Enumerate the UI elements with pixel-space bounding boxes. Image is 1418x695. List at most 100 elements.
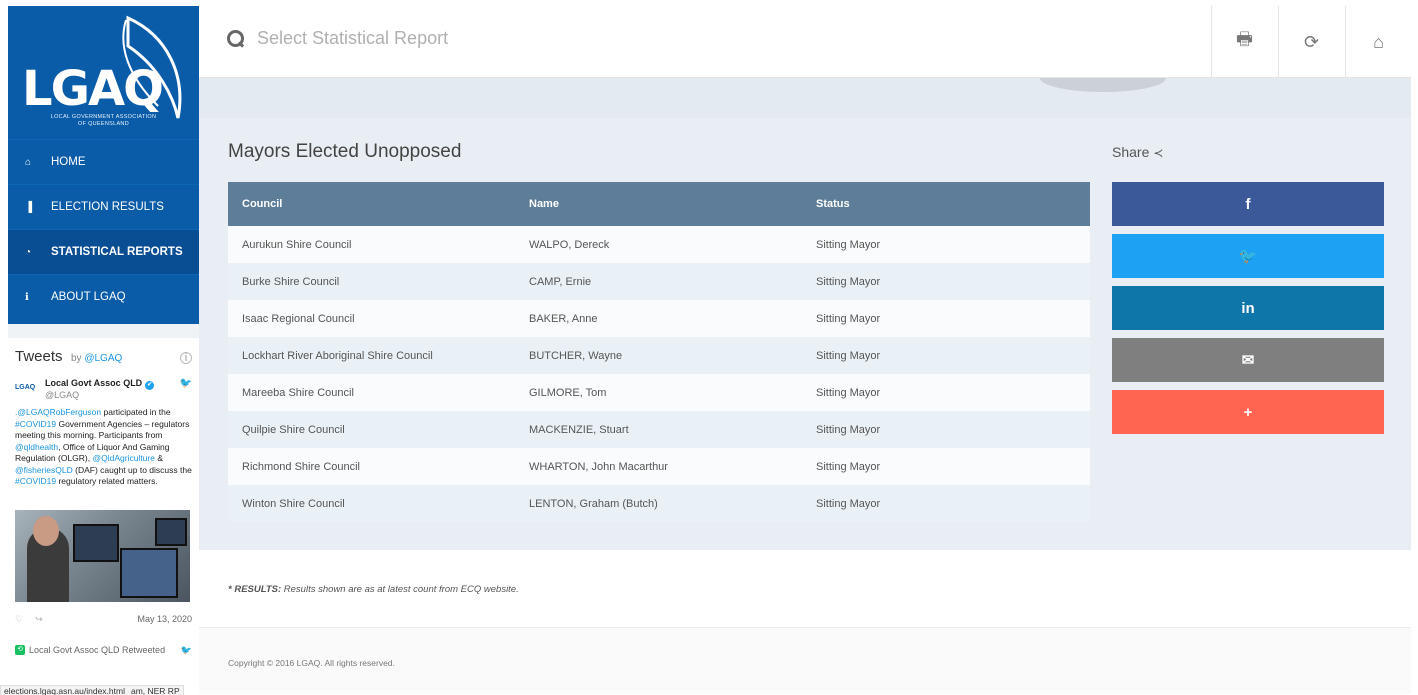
bar-chart-icon: ▐ [25,201,33,213]
copyright: Copyright © 2016 LGAQ. All rights reserv… [228,658,395,668]
column-header-status[interactable]: Status [802,182,1090,226]
name-cell: GILMORE, Tom [515,374,802,411]
council-cell: Quilpie Shire Council [228,411,515,448]
home-icon: ⌂ [1373,31,1384,52]
logo-wordmark: LGAQ [22,61,164,117]
column-header-name[interactable]: Name [515,182,802,226]
heart-icon[interactable]: ♡ [15,614,23,625]
photo-person-head [33,515,59,546]
table-row: Aurukun Shire Council WALPO, Dereck Sittin… [228,226,1090,263]
top-bar: 🖶 ⟳ ⌂ [199,6,1411,78]
tweet-link[interactable]: .@LGAQRobFerguson [15,407,101,417]
share-linkedin-button[interactable]: in [1112,286,1384,330]
logo[interactable]: LGAQ LOCAL GOVERNMENT ASSOCIATION OF QUE… [8,6,199,139]
tweet-author-name: Local Govt Assoc QLD [45,378,143,388]
nav-item-election-results[interactable]: ▐ ELECTION RESULTS [8,184,199,229]
tweet-text-part: (DAF) caught up to discuss the [72,464,192,475]
logo-subtitle-line1: LOCAL GOVERNMENT ASSOCIATION [50,114,157,120]
tweet-text-part: regulatory related matters. [56,476,158,486]
table-row: Burke Shire Council CAMP, Ernie Sitting Ma… [228,263,1090,300]
twitter-timeline: Tweets by @LGAQ i LGAQ Local Govt Assoc … [8,324,199,694]
council-cell: Isaac Regional Council [228,300,515,337]
sidebar: LGAQ LOCAL GOVERNMENT ASSOCIATION OF QUE… [8,6,199,694]
tweets-by-handle-link[interactable]: @LGAQ [84,353,122,364]
table-header-row: Council Name Status [228,182,1090,226]
retweet-label[interactable]: Local Govt Assoc QLD Retweeted [29,645,165,655]
nav-item-label: STATISTICAL REPORTS [51,246,183,258]
table-row: Lockhart River Aboriginal Shire Council B… [228,337,1090,374]
photo-monitor [155,517,187,546]
status-cell: Sitting Mayor [802,337,1090,374]
info-icon: ℹ [25,291,29,303]
tweet-link[interactable]: #COVID19 [15,476,56,486]
tweet-text-part: & [154,453,163,463]
council-cell: Lockhart River Aboriginal Shire Council [228,337,515,374]
share-icon: ≺ [1153,146,1164,160]
tweet-author[interactable]: LGAQ Local Govt Assoc QLD ✔ @LGAQ 🐦 [15,378,192,400]
retweet-icon: ⟲ [15,645,25,655]
tweet-text: .@LGAQRobFerguson participated in the #C… [15,407,192,488]
photo-monitor [120,547,178,598]
results-note-label: * RESULTS: [228,584,282,595]
tweet-photo[interactable] [15,509,190,602]
council-cell: Richmond Shire Council [228,448,515,485]
table-row: Mareeba Shire Council GILMORE, Tom Sitting… [228,374,1090,411]
share-label: Share [1112,144,1150,160]
nav-item-about[interactable]: ℹ ABOUT LGAQ [8,274,199,319]
status-cell: Sitting Mayor [802,226,1090,263]
tweet-actions: ♡ ↪ May 13, 2020 [15,614,192,625]
share-facebook-button[interactable]: f [1112,182,1384,226]
report-search-input[interactable] [257,28,657,49]
main-nav: ⌂ HOME ▐ ELECTION RESULTS ◔ STATISTICAL … [8,139,199,324]
tweets-by: by @LGAQ [71,353,122,364]
twitter-bird-icon[interactable]: 🐦 [181,645,192,656]
facebook-icon: f [1245,195,1251,213]
nav-item-home[interactable]: ⌂ HOME [8,139,199,184]
share-more-button[interactable]: + [1112,390,1384,434]
logo-subtitle-line2: OF QUEENSLAND [78,121,129,127]
refresh-button[interactable]: ⟳ [1278,6,1344,78]
share-email-button[interactable]: ✉ [1112,338,1384,382]
council-cell: Mareeba Shire Council [228,374,515,411]
name-cell: WHARTON, John Macarthur [515,448,802,485]
results-note: * RESULTS: Results shown are as at lates… [228,584,519,595]
home-button[interactable]: ⌂ [1345,6,1411,78]
verified-icon: ✔ [145,381,155,390]
nav-item-statistical-reports[interactable]: ◔ STATISTICAL REPORTS [8,229,199,274]
share-arrow-icon[interactable]: ↪ [35,614,43,625]
results-table: Council Name Status Aurukun Shire Counci… [228,182,1090,522]
council-cell: Aurukun Shire Council [228,226,515,263]
share-twitter-button[interactable]: 🐦 [1112,234,1384,278]
tweets-by-label: by [70,353,82,364]
report-search [227,28,657,49]
tweet-link[interactable]: #COVID19 [15,419,56,429]
column-header-council[interactable]: Council [228,182,515,226]
name-cell: CAMP, Ernie [515,263,802,300]
page-title: Mayors Elected Unopposed [228,141,462,162]
photo-monitor [73,523,119,562]
tweet-date[interactable]: May 13, 2020 [137,614,192,624]
twitter-icon: 🐦 [1238,248,1258,265]
tweet-link[interactable]: @fisheriesQLD [15,465,73,475]
tweet-link[interactable]: @qldhealth [15,442,58,452]
print-icon: 🖶 [1236,29,1253,49]
pie-chart-icon: ◔ [25,246,32,258]
twitter-bird-icon[interactable]: 🐦 [180,378,192,389]
table-row: Isaac Regional Council BAKER, Anne Sitting… [228,300,1090,337]
plus-icon: + [1243,403,1253,421]
print-button[interactable]: 🖶 [1211,6,1277,78]
info-icon[interactable]: i [180,352,192,364]
tweets-title: Tweets [15,348,63,365]
nav-item-label: ABOUT LGAQ [51,291,126,303]
nav-item-label: ELECTION RESULTS [51,201,164,213]
table-row: Winton Shire Council LENTON, Graham (Butc… [228,485,1090,522]
tweet-author-handle: @LGAQ [45,390,80,400]
name-cell: LENTON, Graham (Butch) [515,485,802,522]
name-cell: MACKENZIE, Stuart [515,411,802,448]
tweet-link[interactable]: @QldAgriculture [92,453,154,463]
share-heading: Share ≺ [1112,144,1163,160]
name-cell: BAKER, Anne [515,300,802,337]
results-table-body: Aurukun Shire Council WALPO, Dereck Sittin… [228,226,1090,522]
status-trailing-text: am, NER RP [130,686,180,695]
table-row: Quilpie Shire Council MACKENZIE, Stuart Si… [228,411,1090,448]
